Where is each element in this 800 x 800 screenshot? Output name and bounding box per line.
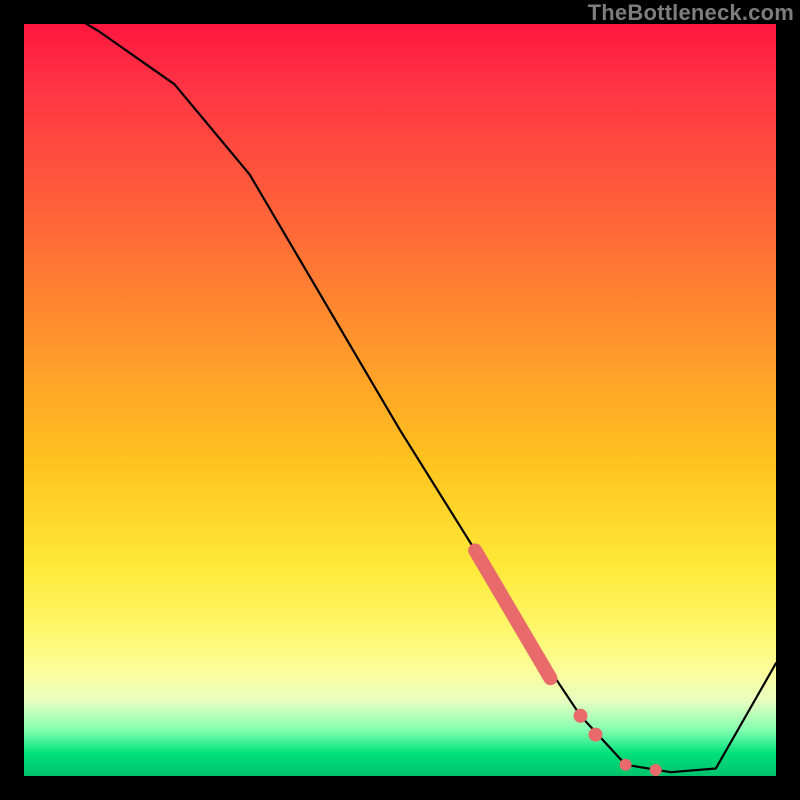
watermark-text: TheBottleneck.com <box>588 0 794 26</box>
plot-area <box>24 24 776 776</box>
highlight-dot <box>589 728 603 742</box>
chart-overlay <box>24 24 776 776</box>
highlight-dot <box>574 709 588 723</box>
highlight-dot <box>620 759 632 771</box>
highlight-segment <box>475 550 550 678</box>
line-series-curve <box>24 24 776 772</box>
highlight-dot <box>650 764 662 776</box>
chart-stage: TheBottleneck.com <box>0 0 800 800</box>
highlight-markers <box>574 709 662 776</box>
